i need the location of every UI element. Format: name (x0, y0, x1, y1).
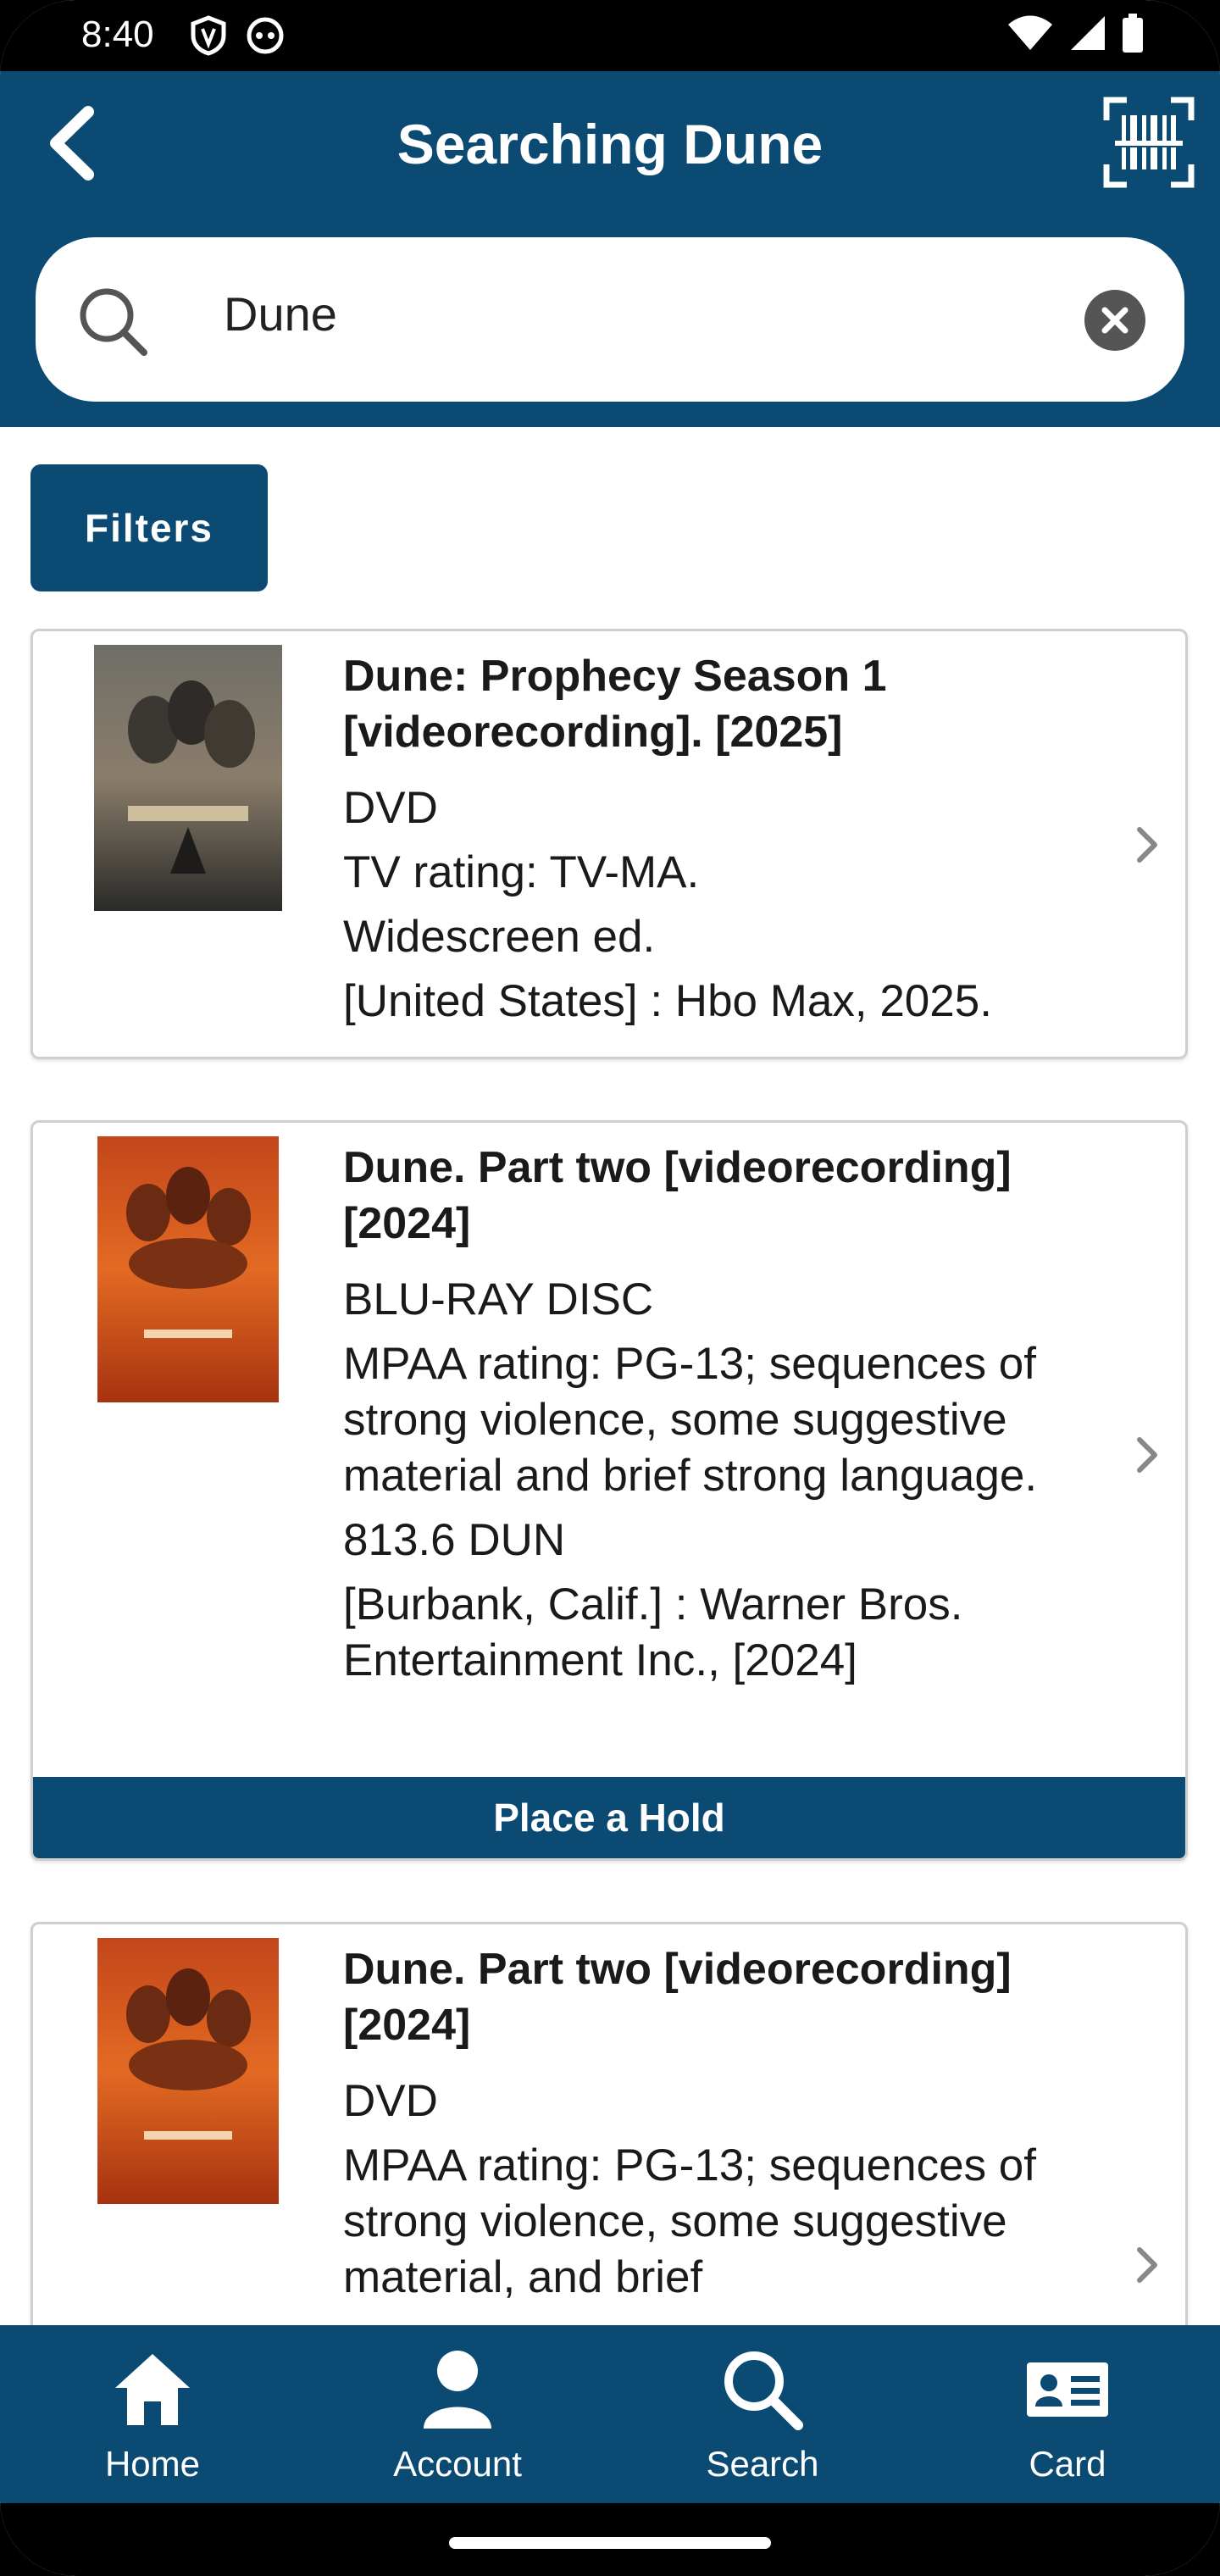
signal-icon (1071, 16, 1105, 50)
clear-search-icon[interactable] (1084, 290, 1145, 351)
result-publisher: [United States] : Hbo Max, 2025. (343, 976, 992, 1026)
search-icon (80, 288, 147, 356)
nav-home[interactable]: Home (0, 2325, 305, 2503)
nav-search-label: Search (706, 2444, 819, 2484)
page-title: Searching Dune (396, 113, 824, 175)
search-value: Dune (224, 287, 337, 341)
result-edition: Widescreen ed. (343, 912, 656, 962)
cover-image (94, 645, 282, 911)
gesture-handle[interactable] (449, 2537, 771, 2549)
result-rating: TV rating: TV-MA. (343, 847, 700, 897)
bottom-nav: Home Account Search Card (0, 2325, 1220, 2503)
chevron-right-icon (1137, 2247, 1157, 2283)
result-info: Dune. Part two [videorecording] [2024] D… (343, 1941, 1092, 2306)
cover-image (97, 1136, 279, 1402)
chevron-right-icon (1137, 1437, 1157, 1473)
result-format: DVD (343, 783, 438, 833)
result-rating: MPAA rating: PG-13; sequences of strong … (343, 1339, 1038, 1501)
app-header: Searching Dune Dune (0, 71, 1220, 427)
nav-search[interactable]: Search (610, 2325, 915, 2503)
cover-image (97, 1938, 279, 2204)
account-icon (424, 2351, 491, 2429)
result-title: Dune. Part two [videorecording] [2024] (343, 1143, 1012, 1248)
result-call-number: 813.6 DUN (343, 1515, 566, 1565)
result-info: Dune: Prophecy Season 1 [videorecording]… (343, 648, 1092, 1030)
status-bar: 8:40 (0, 0, 1220, 71)
place-hold-button[interactable]: Place a Hold (33, 1777, 1185, 1858)
nav-home-label: Home (104, 2444, 201, 2484)
search-icon (724, 2351, 803, 2430)
result-card[interactable]: Dune. Part two [videorecording] [2024] B… (30, 1120, 1188, 1861)
card-icon (1027, 2362, 1108, 2417)
search-input[interactable]: Dune (36, 237, 1184, 402)
result-title: Dune: Prophecy Season 1 [videorecording]… (343, 652, 887, 757)
status-time: 8:40 (81, 14, 154, 55)
result-info: Dune. Part two [videorecording] [2024] B… (343, 1140, 1092, 1689)
cat-face-icon (247, 17, 284, 54)
filters-button[interactable]: Filters (30, 464, 268, 591)
result-format: BLU-RAY DISC (343, 1274, 654, 1324)
chevron-right-icon (1137, 827, 1157, 863)
nav-card[interactable]: Card (915, 2325, 1220, 2503)
nav-account[interactable]: Account (305, 2325, 610, 2503)
result-rating: MPAA rating: PG-13; sequences of strong … (343, 2140, 1037, 2302)
screen: 8:40 Searching Dune Dune Filters Dune: P… (0, 0, 1220, 2576)
battery-icon (1123, 14, 1143, 53)
result-publisher: [Burbank, Calif.] : Warner Bros. Enterta… (343, 1579, 963, 1685)
barcode-scan-icon[interactable] (1101, 95, 1196, 190)
home-icon (115, 2354, 190, 2425)
shield-icon (191, 15, 226, 56)
result-title: Dune. Part two [videorecording] [2024] (343, 1945, 1012, 2050)
result-card[interactable]: Dune: Prophecy Season 1 [videorecording]… (30, 629, 1188, 1059)
nav-account-label: Account (393, 2444, 522, 2484)
result-format: DVD (343, 2076, 438, 2126)
nav-card-label: Card (1029, 2444, 1106, 2484)
wifi-icon (1008, 15, 1052, 50)
